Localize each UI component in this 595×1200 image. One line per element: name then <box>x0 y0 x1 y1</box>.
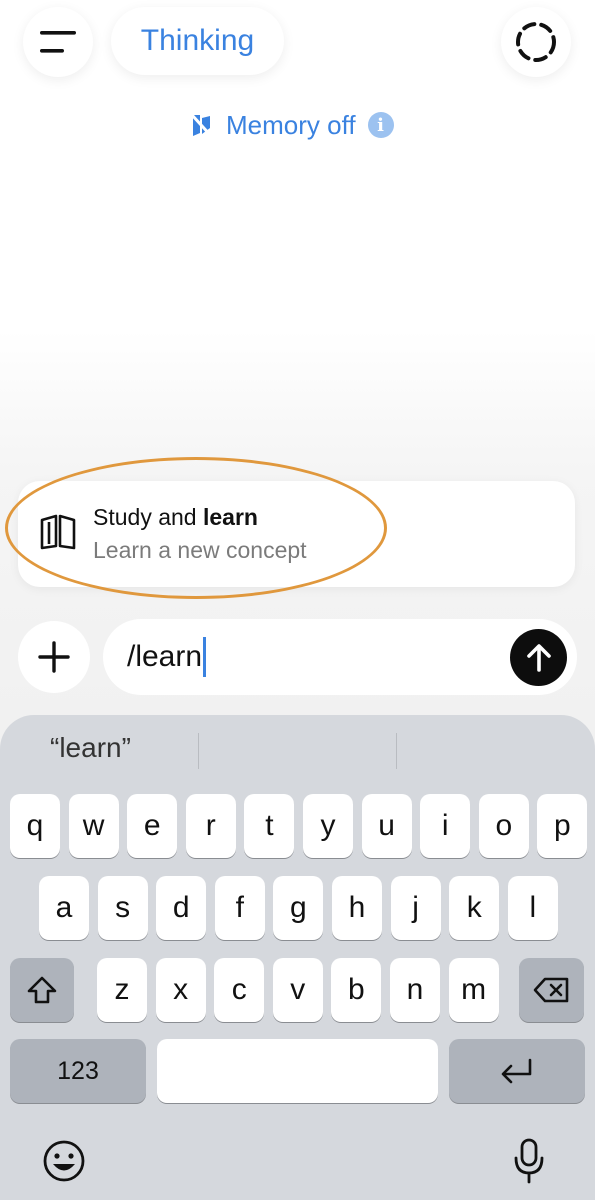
key-n[interactable]: n <box>390 958 440 1022</box>
key-m[interactable]: m <box>448 958 499 1022</box>
key-i[interactable]: i <box>420 794 471 858</box>
add-attachment-button[interactable] <box>18 621 90 693</box>
suggestion-title-bold: learn <box>202 504 258 530</box>
suggestion-subtitle: Learn a new concept <box>93 537 307 563</box>
key-q[interactable]: q <box>10 794 60 858</box>
plus-icon <box>38 641 70 673</box>
key-z[interactable]: z <box>97 958 147 1022</box>
prediction-bar: “learn” <box>0 715 595 787</box>
key-b[interactable]: b <box>331 958 382 1022</box>
memory-status[interactable]: Memory off i <box>190 106 394 144</box>
suggestion-study-and-learn[interactable]: Study and learn Learn a new concept <box>18 481 575 587</box>
emoji-button[interactable] <box>42 1139 86 1188</box>
menu-button[interactable] <box>23 7 93 77</box>
key-a[interactable]: a <box>39 876 89 940</box>
dictation-button[interactable] <box>511 1137 547 1190</box>
open-book-icon <box>40 514 76 550</box>
backspace-key[interactable] <box>519 958 584 1022</box>
key-l[interactable]: l <box>507 876 558 940</box>
key-j[interactable]: j <box>390 876 441 940</box>
key-d[interactable]: d <box>156 876 207 940</box>
send-button[interactable] <box>510 629 567 686</box>
microphone-icon <box>514 1138 544 1184</box>
model-label: Thinking <box>140 24 255 57</box>
shift-key[interactable] <box>10 958 74 1022</box>
text-caret <box>203 637 207 677</box>
shift-icon <box>27 976 57 1004</box>
key-r[interactable]: r <box>185 794 236 858</box>
backspace-icon <box>533 977 568 1003</box>
key-o[interactable]: o <box>478 794 529 858</box>
info-icon[interactable]: i <box>367 112 394 138</box>
menu-icon <box>40 31 76 53</box>
key-e[interactable]: e <box>127 794 178 858</box>
key-h[interactable]: h <box>332 876 382 940</box>
memory-label: Memory off <box>226 109 356 140</box>
dashed-circle-icon <box>516 22 556 62</box>
key-k[interactable]: k <box>449 876 500 940</box>
key-v[interactable]: v <box>272 958 323 1022</box>
temporary-chat-button[interactable] <box>501 7 571 77</box>
prediction-divider <box>396 733 397 769</box>
key-f[interactable]: f <box>214 876 265 940</box>
key-x[interactable]: x <box>155 958 206 1022</box>
key-p[interactable]: p <box>537 794 588 858</box>
keyboard: “learn” qwertyuiop asdfghjkl zxcvbnm 123 <box>0 715 595 1200</box>
space-key[interactable] <box>157 1039 438 1103</box>
numbers-key[interactable]: 123 <box>10 1039 146 1103</box>
arrow-up-icon <box>526 643 551 672</box>
key-s[interactable]: s <box>97 876 148 940</box>
emoji-icon <box>43 1140 85 1182</box>
key-t[interactable]: t <box>244 794 295 858</box>
key-y[interactable]: y <box>303 794 353 858</box>
memory-off-icon <box>190 113 214 138</box>
key-c[interactable]: c <box>214 958 265 1022</box>
suggestion-title: Study and learn <box>93 504 258 530</box>
model-selector[interactable]: Thinking <box>111 7 284 75</box>
key-w[interactable]: w <box>68 794 119 858</box>
prediction-word[interactable]: “learn” <box>50 732 131 764</box>
input-value: /learn <box>127 640 203 673</box>
return-icon <box>501 1058 532 1084</box>
key-g[interactable]: g <box>273 876 324 940</box>
key-u[interactable]: u <box>361 794 412 858</box>
message-input[interactable]: /learn <box>103 619 577 695</box>
return-key[interactable] <box>449 1039 585 1103</box>
prediction-divider <box>198 733 199 769</box>
